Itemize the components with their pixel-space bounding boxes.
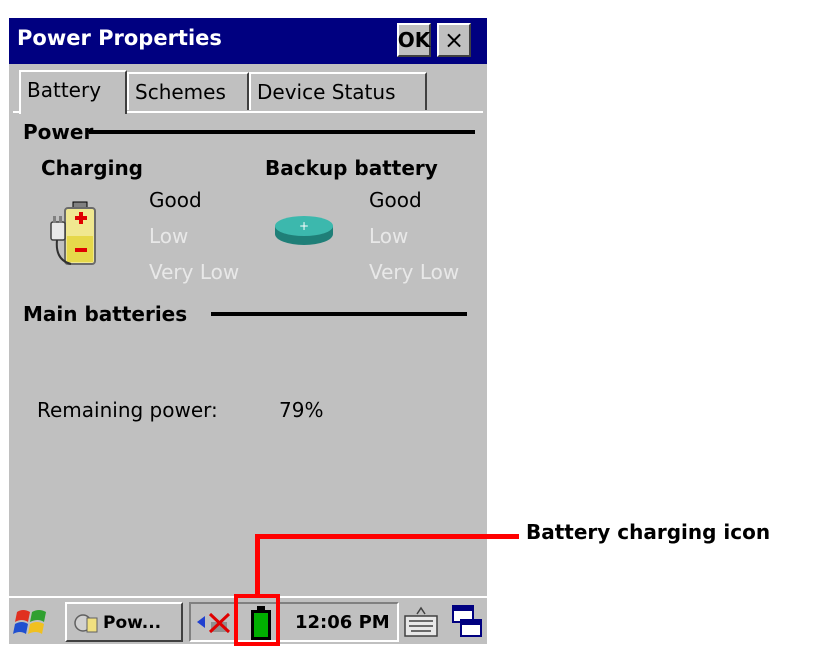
title-bar: Power Properties OK × — [9, 18, 487, 64]
tab-schemes[interactable]: Schemes — [127, 72, 249, 110]
backup-level-low: Low — [369, 224, 409, 248]
windows-start-icon[interactable] — [13, 604, 51, 642]
desktop-switch-icon[interactable] — [447, 602, 487, 642]
tray-arrow-icon[interactable] — [195, 612, 207, 632]
keyboard-icon[interactable] — [401, 602, 441, 642]
network-disconnected-icon[interactable] — [207, 610, 233, 636]
tab-device-status[interactable]: Device Status — [249, 72, 427, 110]
window-title: Power Properties — [17, 26, 222, 50]
callout-label: Battery charging icon — [526, 520, 771, 544]
close-button[interactable]: × — [437, 23, 471, 57]
ok-button[interactable]: OK — [397, 23, 431, 57]
backup-level-good: Good — [369, 188, 422, 212]
taskbar-task-power[interactable]: Pow... — [65, 602, 183, 642]
callout-line-horizontal — [255, 534, 519, 539]
taskbar-clock[interactable]: 12:06 PM — [295, 612, 390, 633]
svg-text:+: + — [299, 219, 309, 233]
battery-plug-icon — [50, 201, 96, 265]
charging-label: Charging — [41, 156, 144, 180]
power-section-rule — [89, 130, 475, 134]
tab-battery[interactable]: Battery — [19, 70, 127, 114]
power-properties-window: Power Properties OK × Battery Schemes De… — [9, 18, 487, 644]
power-app-icon — [74, 614, 98, 633]
remaining-power-label: Remaining power: — [37, 398, 218, 422]
charging-level-very-low: Very Low — [149, 260, 240, 284]
charging-level-good: Good — [149, 188, 202, 212]
callout-line-vertical — [255, 534, 260, 594]
callout-highlight-box — [234, 594, 280, 646]
main-batteries-section-label: Main batteries — [23, 302, 188, 326]
backup-level-very-low: Very Low — [369, 260, 460, 284]
coin-battery-icon: + — [275, 216, 333, 245]
system-tray: 12:06 PM — [189, 602, 399, 642]
main-batteries-section-rule — [211, 312, 467, 316]
taskbar-task-label: Pow... — [103, 613, 162, 633]
charging-level-low: Low — [149, 224, 189, 248]
backup-battery-label: Backup battery — [265, 156, 438, 180]
power-section-label: Power — [23, 120, 94, 144]
remaining-power-value: 79% — [279, 398, 324, 422]
